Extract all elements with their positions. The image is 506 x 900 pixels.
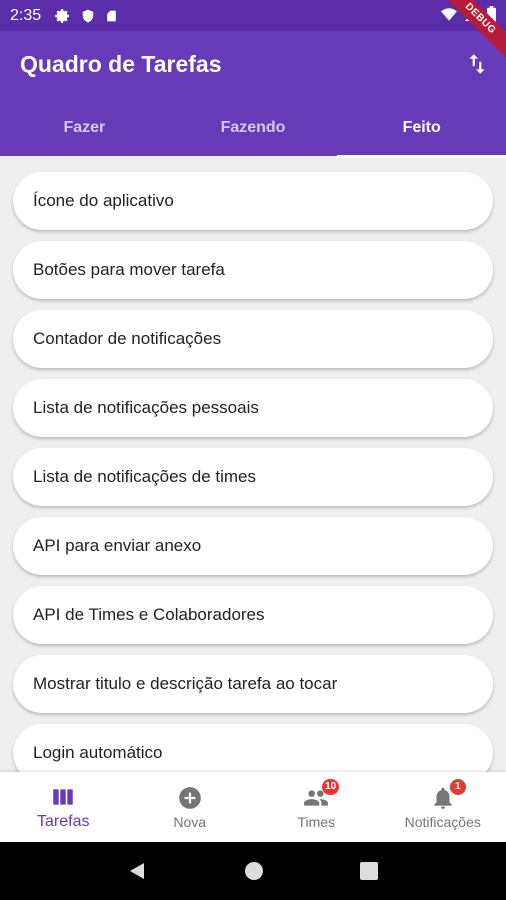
task-card[interactable]: Ícone do aplicativo	[13, 172, 493, 230]
tab-fazer[interactable]: Fazer	[0, 109, 169, 156]
nav-label-times: Times	[297, 813, 336, 830]
sd-card-icon	[107, 10, 116, 21]
tab-bar: Fazer Fazendo Feito	[0, 109, 506, 158]
bottom-navigation: Tarefas Nova 10 Times 1 Notificações	[0, 772, 506, 842]
task-card[interactable]: API para enviar anexo	[13, 517, 493, 575]
recents-icon[interactable]	[360, 862, 378, 880]
gear-icon	[55, 8, 70, 23]
page-title: Quadro de Tarefas	[20, 51, 222, 77]
app-bar: Quadro de Tarefas Fazer Fazendo Feito	[0, 31, 506, 158]
tab-fazendo[interactable]: Fazendo	[169, 109, 338, 156]
people-icon-wrapper: 10	[303, 778, 340, 811]
task-card[interactable]: Lista de notificações de times	[13, 448, 493, 506]
notifications-badge: 1	[449, 778, 466, 795]
nav-nova[interactable]: Nova	[127, 772, 254, 842]
task-card[interactable]: Contador de notificações	[13, 310, 493, 368]
nav-label-nova: Nova	[173, 813, 207, 830]
nav-tarefas[interactable]: Tarefas	[0, 772, 127, 842]
status-time: 2:35	[10, 6, 42, 24]
system-navigation-bar	[0, 842, 506, 900]
task-card[interactable]: Mostrar titulo e descrição tarefa ao toc…	[13, 655, 493, 713]
wifi-icon	[441, 8, 457, 21]
task-list[interactable]: Ícone do aplicativo Botões para mover ta…	[0, 156, 506, 772]
task-card[interactable]: Login automático	[13, 724, 493, 772]
nav-times[interactable]: 10 Times	[253, 772, 380, 842]
home-icon[interactable]	[244, 861, 264, 881]
task-card[interactable]: API de Times e Colaboradores	[13, 586, 493, 644]
swap-vert-icon[interactable]	[464, 51, 490, 77]
add-circle-icon	[178, 786, 201, 809]
back-icon[interactable]	[128, 861, 148, 881]
task-card[interactable]: Lista de notificações pessoais	[13, 379, 493, 437]
shield-icon	[82, 9, 94, 22]
view-column-icon	[53, 788, 73, 805]
nav-label-notificacoes: Notificações	[404, 813, 481, 830]
tab-feito[interactable]: Feito	[337, 109, 506, 158]
times-badge: 10	[322, 778, 340, 795]
nav-notificacoes[interactable]: 1 Notificações	[380, 772, 506, 842]
nav-label-tarefas: Tarefas	[37, 812, 90, 830]
task-card[interactable]: Botões para mover tarefa	[13, 241, 493, 299]
status-bar: 2:35	[0, 0, 506, 31]
bell-icon-wrapper: 1	[430, 778, 466, 811]
